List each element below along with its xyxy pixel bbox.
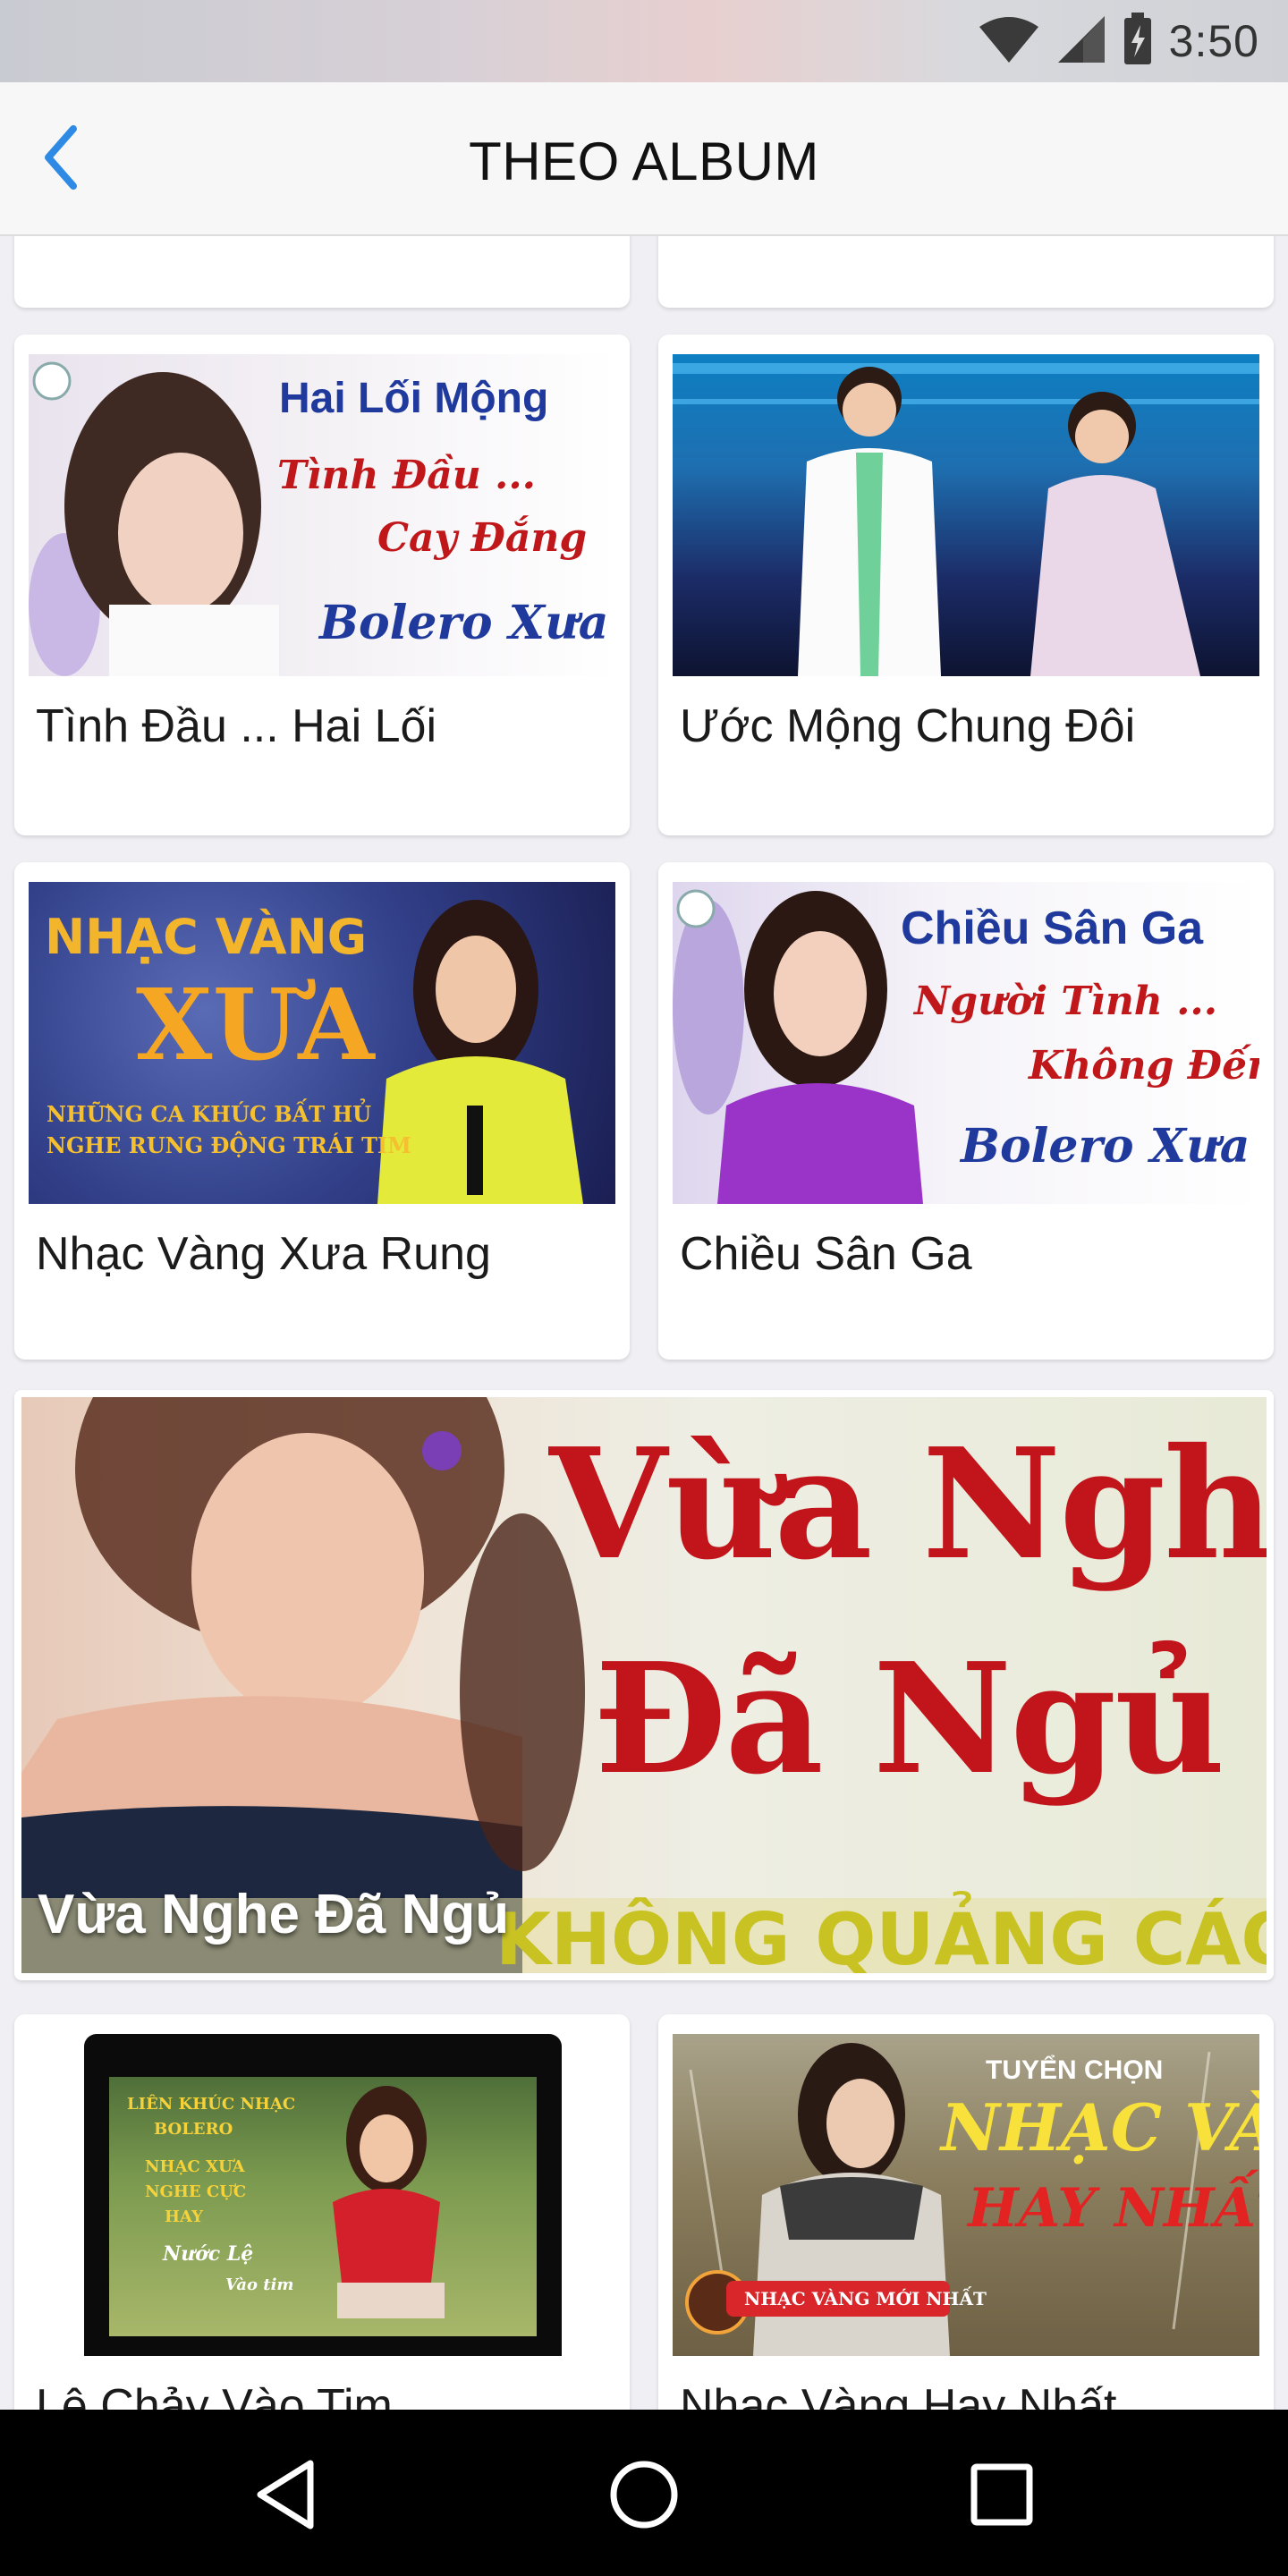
page-title: THEO ALBUM: [469, 131, 819, 191]
thumb-caption: Nước Lệ: [163, 2242, 254, 2266]
thumb-caption: Hai Lối Mộng: [279, 375, 549, 422]
thumb-caption: Vào tim: [225, 2275, 294, 2294]
cell-signal-icon: [1056, 14, 1106, 69]
system-back-button[interactable]: [246, 2454, 326, 2535]
album-thumbnail: [673, 354, 1259, 676]
thumb-caption: NGHE RUNG ĐỘNG TRÁI TIM: [47, 1132, 411, 1158]
album-title: Vừa Nghe Đã Ngủ: [38, 1884, 510, 1945]
wifi-icon: [978, 14, 1040, 69]
tablet-frame: LIÊN KHÚC NHẠC BOLERO NHẠC XƯA NGHE CỰC …: [84, 2034, 562, 2356]
album-title: Ước Mộng Chung Đôi: [680, 700, 1136, 752]
thumb-caption: NGHE CỰC: [145, 2182, 247, 2201]
thumb-caption: Chiều Sân Ga: [901, 902, 1204, 954]
thumb-caption: TUYỂN CHỌN: [986, 2055, 1164, 2085]
thumb-caption: Tình Đầu ...: [277, 453, 536, 498]
album-thumbnail: Chiều Sân Ga Người Tình ... Không Đến Bo…: [673, 882, 1259, 1204]
thumb-caption: Người Tình ...: [914, 979, 1218, 1024]
system-home-button[interactable]: [604, 2454, 684, 2535]
status-time: 3:50: [1168, 16, 1259, 66]
battery-icon: [1123, 12, 1153, 71]
thumb-caption: NHẠC XƯA: [145, 2157, 245, 2176]
thumb-caption: HAY: [165, 2207, 203, 2226]
home-circle-icon: [604, 2461, 684, 2538]
album-card[interactable]: Hai Lối Mộng Tình Đầu ... Cay Đắng Boler…: [14, 335, 630, 835]
thumb-caption: Bolero Xưa: [961, 1119, 1250, 1174]
featured-album-banner[interactable]: Vừa Nghe Đã Ngủ KHÔNG QUẢNG CÁO Vừa Nghe…: [14, 1390, 1274, 1980]
album-thumbnail: TUYỂN CHỌN NHẠC VÀNG HAY NHẤT NHẠC VÀNG …: [673, 2034, 1259, 2356]
system-navigation-bar: [0, 2410, 1288, 2576]
album-card[interactable]: Chiều Sân Ga Người Tình ... Không Đến Bo…: [658, 862, 1274, 1360]
thumb-caption: LIÊN KHÚC NHẠC: [127, 2095, 296, 2114]
album-grid[interactable]: Hai Lối Mộng Tình Đầu ... Cay Đắng Boler…: [0, 236, 1288, 2410]
album-card-partial[interactable]: [14, 236, 630, 308]
album-card[interactable]: Ước Mộng Chung Đôi: [658, 335, 1274, 835]
banner-caption: Vừa Nghe: [549, 1415, 1267, 1594]
thumb-caption: NHẠC VÀNG: [941, 2089, 1259, 2165]
recents-square-icon: [962, 2463, 1042, 2538]
album-card[interactable]: NHẠC VÀNG XƯA NHỮNG CA KHÚC BẤT HỦ NGHE …: [14, 862, 630, 1360]
status-indicators: 3:50: [978, 0, 1259, 82]
banner-caption: KHÔNG QUẢNG CÁO: [496, 1898, 1267, 1973]
album-card-partial[interactable]: [658, 236, 1274, 308]
thumb-caption: NHẠC VÀNG: [45, 909, 368, 965]
album-title: Lệ Chảy Vào Tim: [36, 2380, 393, 2410]
album-thumbnail: LIÊN KHÚC NHẠC BOLERO NHẠC XƯA NGHE CỰC …: [29, 2034, 615, 2356]
thumb-caption: Cay Đắng: [377, 515, 588, 561]
system-recents-button[interactable]: [962, 2454, 1042, 2535]
album-card[interactable]: TUYỂN CHỌN NHẠC VÀNG HAY NHẤT NHẠC VÀNG …: [658, 2014, 1274, 2410]
tablet-screen: LIÊN KHÚC NHẠC BOLERO NHẠC XƯA NGHE CỰC …: [109, 2077, 537, 2336]
album-title: Nhạc Vàng Hay Nhất: [680, 2380, 1117, 2410]
banner-caption: Đã Ngủ: [594, 1630, 1225, 1809]
thumb-caption: HAY NHẤT: [968, 2177, 1259, 2240]
album-card[interactable]: LIÊN KHÚC NHẠC BOLERO NHẠC XƯA NGHE CỰC …: [14, 2014, 630, 2410]
app-header: THEO ALBUM: [0, 82, 1288, 236]
thumb-caption: Bolero Xưa: [319, 596, 609, 650]
thumb-caption: NHỮNG CA KHÚC BẤT HỦ: [47, 1101, 372, 1127]
album-title: Nhạc Vàng Xưa Rung: [36, 1228, 491, 1280]
thumb-caption: BOLERO: [154, 2120, 233, 2139]
thumb-caption: NHẠC VÀNG MỚI NHẤT: [744, 2288, 987, 2309]
back-triangle-icon: [246, 2460, 326, 2538]
thumb-caption: XƯA: [136, 967, 375, 1082]
album-thumbnail: NHẠC VÀNG XƯA NHỮNG CA KHÚC BẤT HỦ NGHE …: [29, 882, 615, 1204]
album-title: Chiều Sân Ga: [680, 1228, 972, 1280]
thumb-caption: Không Đến: [1029, 1043, 1259, 1089]
status-bar: 3:50: [0, 0, 1288, 82]
album-title: Tình Đầu ... Hai Lối: [36, 700, 436, 752]
album-thumbnail: Hai Lối Mộng Tình Đầu ... Cay Đắng Boler…: [29, 354, 615, 676]
